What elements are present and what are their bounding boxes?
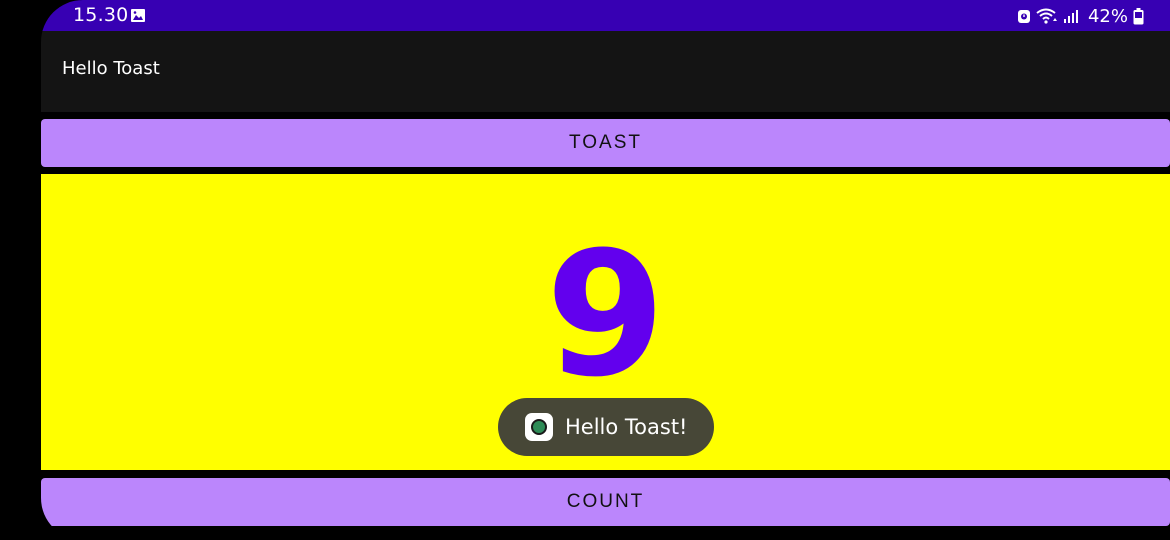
toast-message: Hello Toast!	[498, 398, 714, 456]
app-title: Hello Toast	[62, 58, 160, 79]
phone-screen: 15.30 42% Hello Toast TOAST 9 COUNT Hell…	[41, 0, 1170, 540]
gallery-icon	[131, 9, 145, 22]
toast-text: Hello Toast!	[565, 415, 688, 439]
status-bar: 15.30 42%	[41, 0, 1170, 31]
battery-percentage: 42%	[1087, 5, 1128, 27]
status-icons: 42%	[1017, 4, 1144, 28]
battery-icon	[1133, 7, 1144, 24]
alarm-icon	[1017, 10, 1030, 23]
toast-button[interactable]: TOAST	[41, 119, 1170, 167]
count-value: 9	[545, 214, 666, 415]
status-time: 15.30	[73, 4, 129, 26]
app-bar: Hello Toast	[41, 31, 1170, 112]
app-icon-symbol	[531, 419, 547, 435]
signal-icon	[1063, 10, 1078, 23]
app-icon	[525, 413, 553, 441]
wifi-icon	[1036, 8, 1057, 24]
count-button[interactable]: COUNT	[41, 478, 1170, 526]
